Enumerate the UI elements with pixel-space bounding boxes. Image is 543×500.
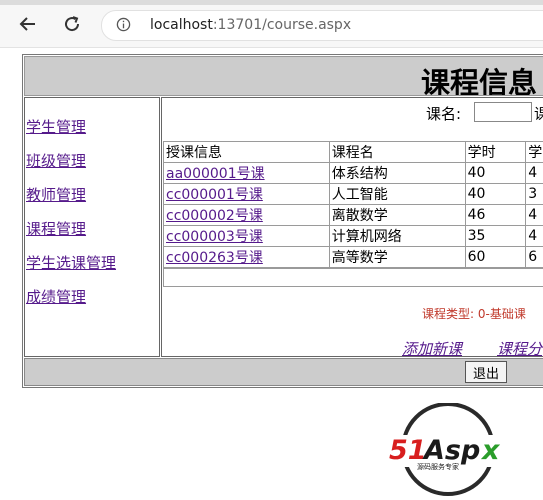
- course-name-cell: 离散数学: [328, 204, 466, 226]
- course-table: 授课信息 课程名 学时 学 aa000001号课 体系结构 40 4 cc000…: [163, 141, 543, 268]
- info-icon[interactable]: [116, 17, 131, 32]
- hours-cell: 40: [464, 162, 527, 184]
- course-name-cell: 人工智能: [328, 183, 466, 205]
- sidebar-item-student[interactable]: 学生管理: [26, 116, 86, 137]
- header-teaching-info: 授课信息: [163, 141, 330, 163]
- course-name-cell: 计算机网络: [328, 225, 466, 247]
- sidebar-item-teacher[interactable]: 教师管理: [26, 184, 86, 205]
- table-row: aa000001号课 体系结构 40 4: [163, 162, 543, 184]
- course-type-note: 课程类型: 0-基础课: [422, 307, 526, 321]
- course-name-cell: 高等数学: [328, 246, 466, 268]
- course-category-link[interactable]: 课程分: [497, 338, 542, 356]
- url-host: localhost: [150, 17, 213, 33]
- teaching-info-link[interactable]: cc000002号课: [166, 208, 263, 224]
- add-course-link[interactable]: 添加新课: [402, 338, 462, 356]
- teaching-info-cell: cc000003号课: [163, 225, 330, 247]
- sidebar-item-grades[interactable]: 成绩管理: [26, 286, 86, 307]
- credit-cell: 6: [525, 246, 543, 268]
- table-pager-row: [163, 268, 543, 287]
- brand-51: 51: [389, 435, 427, 466]
- credit-cell: 3: [525, 183, 543, 205]
- title-bar: 课程信息: [24, 56, 543, 96]
- main-panel: 课名: 课 授课信息 课程名 学时 学 aa000001号课 体系结构 40 4…: [161, 97, 543, 357]
- credit-cell: 4: [525, 225, 543, 247]
- back-arrow-icon: [19, 17, 35, 31]
- hours-cell: 46: [464, 204, 527, 226]
- teaching-info-cell: cc000001号课: [163, 183, 330, 205]
- watermark-logo: 51 Asp x 源码服务专家: [387, 403, 513, 496]
- table-header-row: 授课信息 课程名 学时 学: [163, 141, 543, 163]
- course-name-cell: 体系结构: [328, 162, 466, 184]
- table-row: cc000001号课 人工智能 40 3: [163, 183, 543, 205]
- url-text[interactable]: localhost:13701/course.aspx: [150, 17, 351, 33]
- header-credit: 学: [525, 141, 543, 163]
- search-trailing-text: 课: [534, 103, 543, 124]
- header-course-name: 课程名: [328, 141, 466, 163]
- url-path: :13701/course.aspx: [212, 17, 352, 33]
- credit-cell: 4: [525, 204, 543, 226]
- teaching-info-link[interactable]: cc000003号课: [166, 229, 263, 245]
- table-row: cc000002号课 离散数学 46 4: [163, 204, 543, 226]
- teaching-info-link[interactable]: cc000001号课: [166, 187, 263, 203]
- table-row: cc000263号课 高等数学 60 6: [163, 246, 543, 268]
- course-name-input[interactable]: [474, 102, 532, 122]
- teaching-info-link[interactable]: aa000001号课: [166, 166, 265, 182]
- table-row: cc000003号课 计算机网络 35 4: [163, 225, 543, 247]
- tab-strip-edge: [0, 0, 543, 5]
- browser-toolbar: localhost:13701/course.aspx: [0, 0, 543, 48]
- course-name-label: 课名:: [426, 105, 462, 123]
- teaching-info-link[interactable]: cc000263号课: [166, 250, 263, 266]
- exit-button[interactable]: 退出: [465, 361, 507, 383]
- sidebar-item-course[interactable]: 课程管理: [26, 218, 86, 239]
- header-hours: 学时: [464, 141, 527, 163]
- hours-cell: 60: [464, 246, 527, 268]
- address-bar[interactable]: localhost:13701/course.aspx: [101, 10, 543, 41]
- brand-x: x: [480, 435, 501, 466]
- page-title: 课程信息: [421, 66, 538, 96]
- brand-tagline: 源码服务专家: [417, 462, 459, 471]
- teaching-info-cell: cc000263号课: [163, 246, 330, 268]
- sidebar: 学生管理 班级管理 教师管理 课程管理 学生选课管理 成绩管理: [24, 97, 160, 357]
- sidebar-item-class[interactable]: 班级管理: [26, 150, 86, 171]
- brand-aspx: Asp: [422, 435, 480, 466]
- hours-cell: 35: [464, 225, 527, 247]
- reload-icon: [65, 16, 80, 32]
- credit-cell: 4: [525, 162, 543, 184]
- back-button[interactable]: [16, 12, 40, 36]
- teaching-info-cell: cc000002号课: [163, 204, 330, 226]
- teaching-info-cell: aa000001号课: [163, 162, 330, 184]
- hours-cell: 40: [464, 183, 527, 205]
- reload-button[interactable]: [60, 12, 84, 36]
- sidebar-item-course-selection[interactable]: 学生选课管理: [26, 252, 116, 273]
